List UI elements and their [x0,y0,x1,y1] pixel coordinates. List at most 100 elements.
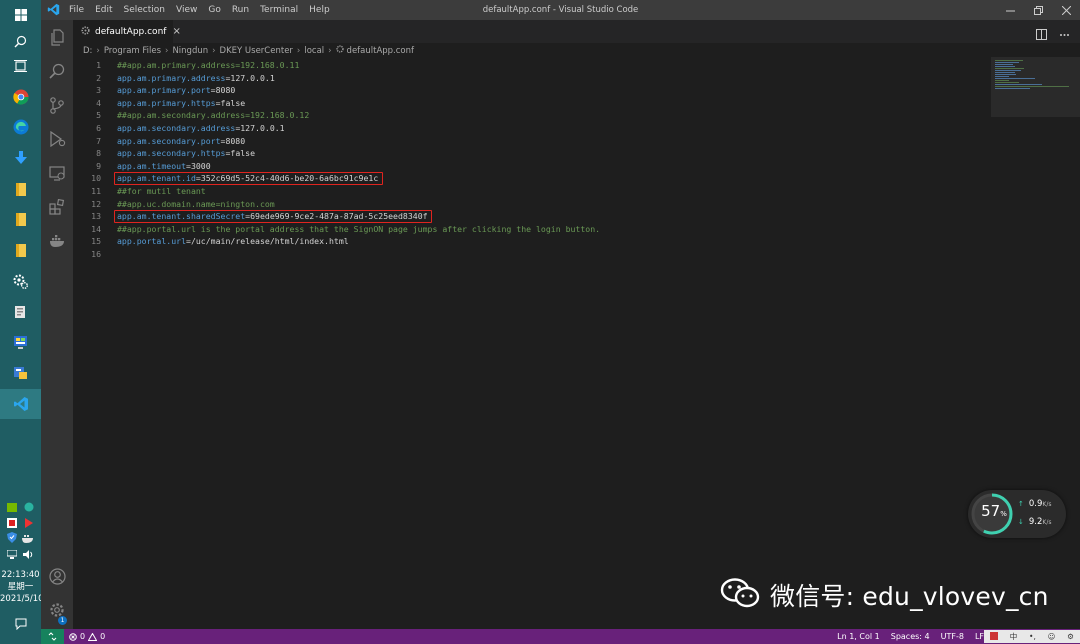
network-speed-widget[interactable]: 57% ↑ 0.9K/s ↓ 9.2K/s [968,490,1066,538]
settings-icon[interactable] [0,266,41,296]
chrome-icon[interactable] [0,82,41,112]
network-icon[interactable] [6,544,18,563]
explorer-icon[interactable] [41,20,73,54]
search-icon[interactable] [41,54,73,88]
tab-close-icon[interactable]: × [172,26,180,37]
task-view-icon[interactable] [0,51,41,81]
property-value: 8080 [225,135,246,146]
tab-defaultapp-conf[interactable]: defaultApp.conf × [73,20,181,43]
edge-icon[interactable] [0,112,41,142]
comment-text: ##app.uc.domain.name=nington.com [117,198,275,209]
breadcrumb-program-files[interactable]: Program Files [104,46,161,56]
more-actions-icon[interactable] [1059,25,1070,44]
remote-indicator-icon[interactable] [41,629,64,644]
vscode-icon[interactable] [0,389,41,419]
menu-selection[interactable]: Selection [124,5,165,15]
minimap[interactable] [991,57,1080,117]
clock-weekday: 星期一 [7,582,34,592]
code-line[interactable]: 15 app.portal.url=/uc/main/release/html/i… [73,235,991,248]
breadcrumb-file-icon [335,45,344,56]
breadcrumb-ningdun[interactable]: Ningdun [172,46,208,56]
code-text: app.portal.url=/uc/main/release/html/ind… [117,235,349,248]
folder-icon[interactable] [0,204,41,234]
docker-icon[interactable] [41,224,73,258]
ime-logo-icon[interactable] [989,631,998,642]
notification-icon[interactable] [0,612,41,636]
menu-run[interactable]: Run [232,5,249,15]
extensions-icon[interactable] [41,190,73,224]
status-bar-right: Ln 1, Col 1 Spaces: 4 UTF-8 LF [837,629,984,644]
control-panel-icon[interactable] [0,327,41,357]
breadcrumb-drive[interactable]: D: [83,46,92,56]
breadcrumb-dkey-usercenter[interactable]: DKEY UserCenter [220,46,293,56]
code-text: app.am.primary.address=127.0.0.1 [117,72,275,85]
code-line[interactable]: 1 ##app.am.primary.address=192.168.0.11 [73,59,991,72]
menu-terminal[interactable]: Terminal [260,5,298,15]
breadcrumb-file[interactable]: defaultApp.conf [347,46,414,56]
menu-file[interactable]: File [69,5,84,15]
minimap-line [995,74,1016,75]
folder-icon[interactable] [0,174,41,204]
property-key: app.am.secondary.https [117,148,226,159]
code-line[interactable]: 2 app.am.primary.address=127.0.0.1 [73,72,991,85]
breadcrumb-separator: › [96,45,100,56]
code-text: ##app.uc.domain.name=nington.com [117,198,275,211]
installer-icon[interactable] [0,357,41,387]
volume-icon[interactable] [23,544,34,563]
breadcrumb-separator: › [296,45,301,56]
code-editor[interactable]: 1 ##app.am.primary.address=192.168.0.11 2 a… [73,57,991,629]
property-key: app.am.primary.address [117,72,226,83]
account-icon[interactable] [41,559,73,593]
ime-lang[interactable]: 中 [1010,631,1018,642]
menu-go[interactable]: Go [208,5,220,15]
code-line[interactable]: 7 app.am.secondary.port=8080 [73,135,991,148]
code-line[interactable]: 3 app.am.primary.port=8080 [73,84,991,97]
minimap-line [995,60,1023,61]
code-line[interactable]: 6 app.am.secondary.address=127.0.0.1 [73,122,991,135]
menu-view[interactable]: View [176,5,197,15]
config-file-icon [81,25,90,38]
problems-indicator[interactable]: 0 0 [69,629,105,644]
end-of-line[interactable]: LF [975,632,984,641]
source-control-icon[interactable] [41,88,73,122]
folder-icon[interactable] [0,235,41,265]
minimap-line [995,76,1010,77]
cursor-position[interactable]: Ln 1, Col 1 [837,632,880,641]
code-line[interactable]: 4 app.am.primary.https=false [73,97,991,110]
line-number: 13 [91,211,101,222]
download-icon[interactable] [0,143,41,173]
code-line[interactable]: 5 ##app.am.secondary.address=192.168.0.12 [73,109,991,122]
code-line[interactable]: 12 ##app.uc.domain.name=nington.com [73,198,991,211]
clock-time: 22:13:40 [1,570,40,580]
code-line[interactable]: 14 ##app.portal.url is the portal address… [73,223,991,236]
code-line[interactable]: 16 [73,248,991,261]
restore-button[interactable] [1024,0,1052,20]
code-line[interactable]: 8 app.am.secondary.https=false [73,147,991,160]
code-line[interactable]: 11 ##for mutil tenant [73,185,991,198]
breadcrumb-local[interactable]: local [304,46,324,56]
run-debug-icon[interactable] [41,122,73,156]
property-key: app.portal.url [117,236,187,247]
minimap-line [995,88,1031,89]
close-button[interactable] [1052,0,1080,20]
warning-icon [88,632,98,641]
highlight-box [114,209,433,224]
minimize-button[interactable] [996,0,1024,20]
remote-explorer-icon[interactable] [41,156,73,190]
encoding[interactable]: UTF-8 [941,632,964,641]
taskbar-clock[interactable]: 22:13:40 星期一 2021/5/10 [0,569,44,605]
menu-help[interactable]: Help [309,5,330,15]
indentation[interactable]: Spaces: 4 [891,632,930,641]
code-text: app.am.timeout=3000 [117,160,211,173]
property-value: 127.0.0.1 [230,72,275,83]
breadcrumb-separator: › [165,45,169,56]
code-line[interactable]: 9 app.am.timeout=3000 [73,160,991,173]
ime-punct[interactable]: •, [1029,632,1036,641]
split-editor-icon[interactable] [1036,25,1047,44]
manage-gear-icon[interactable] [41,593,73,627]
file-icon[interactable] [0,297,41,327]
ime-emoji[interactable]: ☺ [1048,632,1056,641]
ime-settings[interactable]: ⚙ [1067,632,1074,641]
property-key: app.am.timeout [117,160,187,171]
menu-edit[interactable]: Edit [95,5,112,15]
